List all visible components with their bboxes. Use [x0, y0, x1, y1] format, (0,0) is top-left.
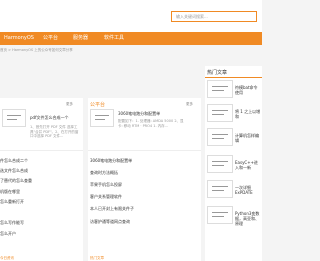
- list-item[interactable]: 怎么重新打开: [0, 199, 82, 205]
- nav-item-tools[interactable]: 软件工具: [104, 35, 124, 42]
- search-input[interactable]: 输入关键词搜索...: [171, 11, 257, 22]
- list-item[interactable]: 了替代的怎么查重: [0, 178, 82, 184]
- list-item[interactable]: 本人已开封上有限关件子: [90, 206, 200, 212]
- list-item[interactable]: 苹果手机怎么投屏: [90, 182, 200, 188]
- nav-item-harmonyos[interactable]: HarmonyOS: [4, 35, 34, 42]
- list-item[interactable]: 选文件怎么合成: [0, 168, 82, 174]
- sidebar-article[interactable]: 符模bat命令使用: [205, 80, 260, 100]
- sidebar-article-title: 一次详细ExPDATE: [235, 185, 253, 195]
- breadcrumb: 首页 > HarmonyOS 上的公众号如何文章分享: [0, 48, 73, 52]
- feature-article-title[interactable]: 3060笔电跑分和配置单: [118, 111, 198, 117]
- sidebar-article-title: Python3变数据，高亚和、原理: [235, 211, 260, 226]
- more-link[interactable]: 更多: [66, 102, 73, 107]
- middle-panel: 公平台 更多 3060笔电跑分和配置单 配置如下：1. 处理器: AMDA 50…: [88, 98, 201, 261]
- list-item[interactable]: 怎么写作能写: [0, 220, 82, 226]
- article-thumbnail[interactable]: [90, 109, 114, 127]
- more-link[interactable]: 更多: [186, 102, 193, 107]
- panel-title: 公平台: [90, 102, 106, 108]
- panel-title: 热门文章: [90, 256, 104, 260]
- list-item[interactable]: 件怎么合成二个: [0, 158, 82, 164]
- sidebar-article-title: 符模bat命令使用: [235, 85, 258, 95]
- sidebar-article-title: 将 1 之上以增和: [235, 109, 261, 119]
- nav-item-platform[interactable]: 公平台: [43, 35, 58, 42]
- sidebar-title: 热门文章: [207, 70, 228, 76]
- sidebar-article-title: EasyC++进入和一新: [235, 160, 258, 170]
- article-thumbnail: [207, 155, 233, 173]
- sidebar-article[interactable]: 一次详细ExPDATE: [205, 180, 260, 200]
- sidebar-article[interactable]: 将 1 之上以增和: [205, 104, 260, 124]
- list-item[interactable]: 3060笔电跑分和配置单: [90, 158, 200, 164]
- feature-article-desc: 配置如下：1. 处理器: AMDA 5000 2、显卡: 移动 RTM · PR…: [118, 119, 184, 128]
- article-thumbnail: [207, 128, 233, 146]
- article-thumbnail: [207, 180, 233, 198]
- list-item[interactable]: 机版在哪里: [0, 189, 82, 195]
- top-header: 输入关键词搜索...: [0, 0, 262, 32]
- bottom-left-panel: 今日资讯: [0, 256, 83, 261]
- article-thumbnail: [207, 206, 233, 224]
- article-thumbnail: [207, 80, 233, 98]
- panel-title: 今日资讯: [0, 256, 14, 260]
- list-item[interactable]: 客户关系管理软件: [90, 194, 200, 200]
- sidebar-article[interactable]: EasyC++进入和一新: [205, 155, 260, 175]
- feature-article-title[interactable]: pdf文件怎么合成一个: [30, 115, 82, 121]
- sidebar-article-title: 计算机怎样编辑: [235, 133, 259, 143]
- list-item[interactable]: 查询时方法概括: [90, 170, 200, 176]
- bottom-mid-panel: 热门文章: [88, 256, 201, 261]
- article-thumbnail: [207, 104, 233, 122]
- list-item[interactable]: 怎么开户: [0, 231, 82, 237]
- feature-article-desc: 1、首先打开 PDF 文件 选择工具"合并 PDF"。2、在打开的窗口中选择 P…: [30, 125, 79, 138]
- nav-item-server[interactable]: 服务器: [73, 35, 88, 42]
- left-panel: 更多 pdf文件怎么合成一个 1、首先打开 PDF 文件 选择工具"合并 PDF…: [0, 98, 83, 261]
- sidebar-article[interactable]: Python3变数据，高亚和、原理: [205, 206, 260, 226]
- main-nav: HarmonyOS 公平台 服务器 软件工具: [0, 32, 262, 45]
- article-thumbnail[interactable]: [2, 109, 26, 127]
- list-item[interactable]: 访客护通等道网点查询: [90, 219, 200, 225]
- sidebar-article[interactable]: 计算机怎样编辑: [205, 128, 260, 148]
